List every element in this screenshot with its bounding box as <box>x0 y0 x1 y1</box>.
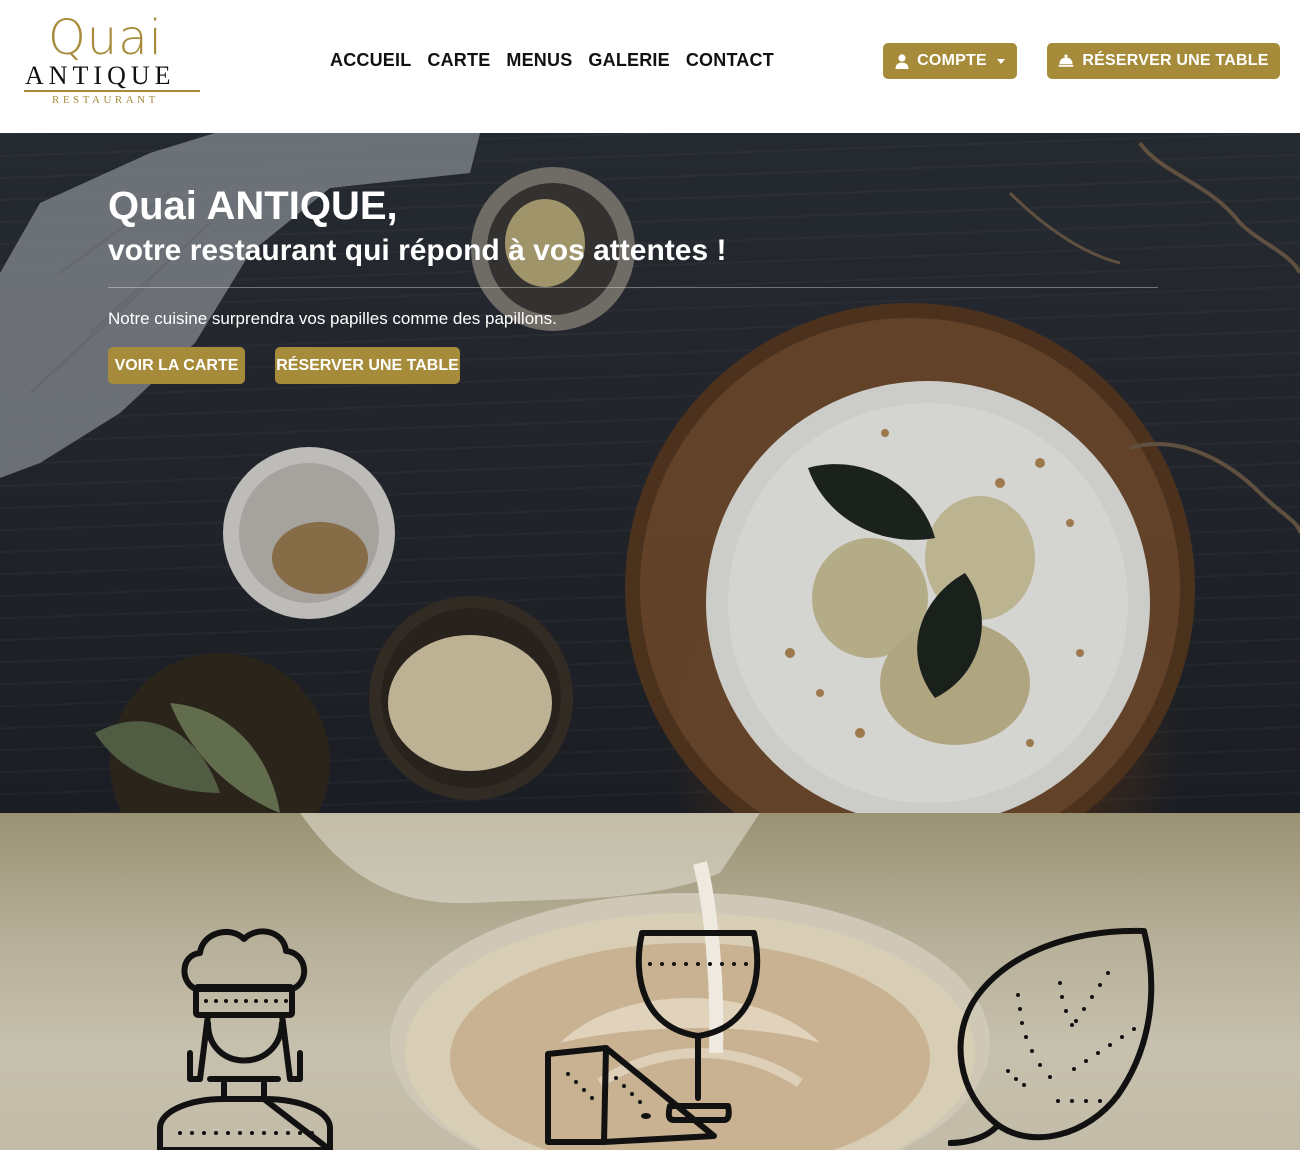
logo-divider <box>24 90 200 92</box>
hero-subtitle: votre restaurant qui répond à vos attent… <box>108 234 727 267</box>
features-section <box>0 813 1300 1150</box>
account-button-label: COMPTE <box>917 52 987 69</box>
reserve-button-label: RÉSERVER UNE TABLE <box>1082 52 1269 69</box>
hero-content: Quai ANTIQUE, votre restaurant qui répon… <box>108 183 1158 384</box>
cloche-icon <box>1058 54 1074 67</box>
hero-reserve-button[interactable]: RÉSERVER UNE TABLE <box>275 347 460 384</box>
hero-tagline: Notre cuisine surprendra vos papilles co… <box>108 309 557 328</box>
logo-restaurant-text: RESTAURANT <box>52 94 159 106</box>
brand-logo[interactable]: Quai ANTIQUE RESTAURANT <box>22 12 202 112</box>
site-header: Quai ANTIQUE RESTAURANT ACCUEIL CARTE ME… <box>0 0 1300 133</box>
nav-item-accueil[interactable]: ACCUEIL <box>330 49 411 71</box>
hero-buttons: VOIR LA CARTE RÉSERVER UNE TABLE <box>108 347 508 385</box>
hero-divider <box>108 287 1158 288</box>
user-icon <box>895 53 909 69</box>
leaf-icon <box>948 927 1155 1146</box>
nav-item-menus[interactable]: MENUS <box>506 49 572 71</box>
wine-cheese-icon <box>545 930 761 1145</box>
logo-antique-text: ANTIQUE <box>25 61 176 90</box>
logo-quai-text: Quai <box>48 10 163 66</box>
main-nav: ACCUEIL CARTE MENUS GALERIE CONTACT <box>330 49 774 71</box>
hero-section: Quai ANTIQUE, votre restaurant qui répon… <box>0 133 1300 813</box>
view-menu-button[interactable]: VOIR LA CARTE <box>108 347 245 384</box>
chef-icon <box>157 928 333 1150</box>
account-dropdown-button[interactable]: COMPTE <box>883 43 1017 79</box>
nav-item-galerie[interactable]: GALERIE <box>588 49 669 71</box>
nav-item-carte[interactable]: CARTE <box>427 49 490 71</box>
nav-item-contact[interactable]: CONTACT <box>686 49 774 71</box>
hero-title: Quai ANTIQUE, <box>108 184 398 228</box>
reserve-table-button[interactable]: RÉSERVER UNE TABLE <box>1047 43 1280 79</box>
chevron-down-icon <box>996 58 1005 64</box>
